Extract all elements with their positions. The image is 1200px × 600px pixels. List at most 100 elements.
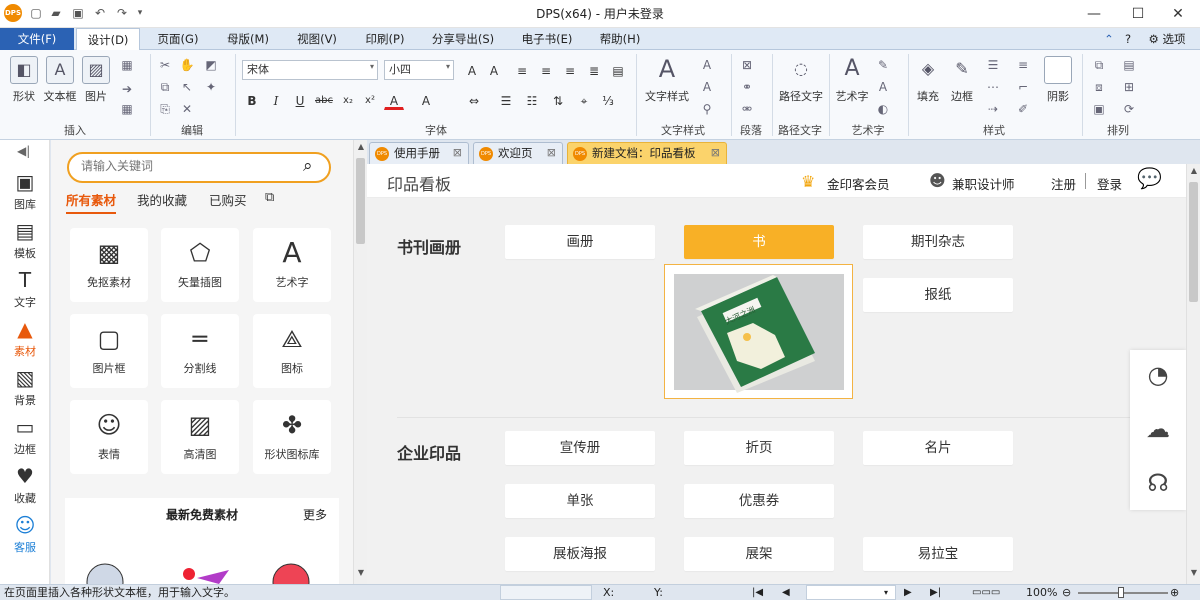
tile-cutout-material[interactable]: ▩ 免抠素材 <box>70 228 148 302</box>
align-left-icon[interactable]: ≡ <box>512 60 532 80</box>
subscript-icon[interactable]: x₂ <box>338 90 358 110</box>
option-poster[interactable]: 展板海报 <box>505 537 655 571</box>
textbox-button[interactable]: A 文本框 <box>40 56 80 116</box>
leftbar-frame[interactable]: ▭ 边框 <box>0 411 50 460</box>
superscript-icon[interactable]: x² <box>360 90 380 110</box>
image-button[interactable]: ▨ 图片 <box>76 56 116 116</box>
delete-icon[interactable]: ✕ <box>178 100 196 118</box>
close-tab-icon[interactable]: ⊠ <box>711 143 720 163</box>
first-page-icon[interactable]: |◀ <box>752 585 763 600</box>
distribute-icon[interactable]: ▤ <box>608 60 628 80</box>
menu-design[interactable]: 设计(D) <box>76 28 140 51</box>
next-page-icon[interactable]: ▶ <box>904 585 912 600</box>
art-text-button[interactable]: A 艺术字 <box>832 56 872 116</box>
wechat-icon[interactable]: ☁ <box>1130 404 1186 454</box>
art-effect-icon[interactable]: ✎ <box>874 56 892 74</box>
zoom-slider-thumb[interactable] <box>1118 587 1124 598</box>
text-style-button[interactable]: A 文字样式 <box>642 56 692 116</box>
login-link[interactable]: 登录 <box>1097 174 1122 193</box>
options-button[interactable]: ⚙ 选项 <box>1138 28 1196 50</box>
line-spacing-icon[interactable]: ☰ <box>496 90 516 110</box>
justify-icon[interactable]: ≣ <box>584 60 604 80</box>
text-fill-icon[interactable]: A <box>698 78 716 96</box>
shadow-button[interactable]: 阴影 <box>1040 56 1076 116</box>
arrow-style-icon[interactable]: ⇢ <box>984 100 1002 118</box>
close-button[interactable]: ✕ <box>1156 0 1200 28</box>
menu-ebook[interactable]: 电子书(E) <box>514 28 580 50</box>
border-button[interactable]: ✎ 边框 <box>944 56 980 116</box>
tile-shape-library[interactable]: ✤ 形状图标库 <box>253 400 331 474</box>
font-size-dropdown-icon[interactable]: ▾ <box>446 62 450 71</box>
prev-page-icon[interactable]: ◀ <box>782 585 790 600</box>
tab-my-favorites[interactable]: 我的收藏 <box>137 190 187 209</box>
tile-art-text[interactable]: A 艺术字 <box>253 228 331 302</box>
align-right-icon[interactable]: ≡ <box>560 60 580 80</box>
grid-icon[interactable]: ▦ <box>118 100 136 118</box>
option-album[interactable]: 画册 <box>505 225 655 259</box>
underline-icon[interactable]: U <box>290 90 310 110</box>
menu-help[interactable]: 帮助(H) <box>592 28 648 50</box>
more-link[interactable]: 更多 <box>303 506 327 523</box>
scrollbar-thumb[interactable] <box>1189 182 1198 302</box>
paste-icon[interactable]: ⎘ <box>156 100 174 118</box>
tab-all-materials[interactable]: 所有素材 <box>66 190 117 214</box>
option-book[interactable]: 书 <box>684 225 834 259</box>
bring-front-icon[interactable]: ⧉ <box>1090 56 1108 74</box>
designer-link[interactable]: 兼职设计师 <box>952 174 1015 193</box>
line-style-icon[interactable]: ☰ <box>984 56 1002 74</box>
page-select[interactable] <box>806 585 896 600</box>
leftbar-favorites[interactable]: ♥ 收藏 <box>0 460 50 509</box>
strikethrough-icon[interactable]: abc <box>314 90 334 110</box>
menu-view[interactable]: 视图(V) <box>289 28 345 50</box>
font-name-select[interactable]: 宋体 <box>242 60 378 80</box>
leftbar-material[interactable]: ▲ 素材 <box>0 313 50 362</box>
leftbar-text[interactable]: T 文字 <box>0 264 50 313</box>
align-objects-icon[interactable]: ▤ <box>1120 56 1138 74</box>
leftbar-support[interactable]: ☺ 客服 <box>0 509 50 558</box>
panel-scrollbar[interactable]: ▲ ▼ <box>353 140 367 584</box>
leftbar-template[interactable]: ▤ 模板 <box>0 215 50 264</box>
menu-print[interactable]: 印刷(P) <box>357 28 413 50</box>
weight-icon[interactable]: ≡ <box>1014 56 1032 74</box>
bullet-icon[interactable]: ☷ <box>522 90 542 110</box>
italic-icon[interactable]: I <box>266 90 286 110</box>
option-brochure[interactable]: 宣传册 <box>505 431 655 465</box>
link-icon[interactable]: ⚭ <box>738 78 756 96</box>
text-effect-icon[interactable]: A <box>416 90 436 110</box>
menu-file[interactable]: 文件(F) <box>0 28 74 50</box>
fill-button[interactable]: ◈ 填充 <box>910 56 946 116</box>
shrink-font-icon[interactable]: A <box>484 60 504 80</box>
main-scrollbar[interactable]: ▲ ▼ <box>1186 164 1200 584</box>
popout-icon[interactable]: ⧉ <box>265 190 274 205</box>
font-name-dropdown-icon[interactable]: ▾ <box>370 62 374 71</box>
zoom-out-icon[interactable]: ⊖ <box>1062 585 1071 600</box>
collapse-icon[interactable]: ◀| <box>17 144 30 158</box>
numbering-icon[interactable]: ⅓ <box>598 90 618 110</box>
scroll-down-icon[interactable]: ▼ <box>1188 568 1200 577</box>
last-page-icon[interactable]: ▶| <box>930 585 941 600</box>
arrow-shape-icon[interactable]: ➔ <box>118 80 136 98</box>
expand-icon[interactable]: ⌃ <box>1100 28 1118 50</box>
book-preview-popup[interactable]: 大河之洲 <box>664 264 853 399</box>
art-3d-icon[interactable]: A <box>874 78 892 96</box>
picture-tool-icon[interactable]: ◩ <box>202 56 220 74</box>
tile-hd-image[interactable]: ▨ 高清图 <box>161 400 239 474</box>
brush-icon[interactable]: ✐ <box>1014 100 1032 118</box>
search-input[interactable] <box>81 159 291 173</box>
leftbar-background[interactable]: ▧ 背景 <box>0 362 50 411</box>
zoom-in-icon[interactable]: ⊕ <box>1170 585 1179 600</box>
menu-share-export[interactable]: 分享导出(S) <box>424 28 502 50</box>
vip-link[interactable]: 金印客会员 <box>827 174 890 193</box>
grow-font-icon[interactable]: A <box>462 60 482 80</box>
align-center-icon[interactable]: ≡ <box>536 60 556 80</box>
corner-icon[interactable]: ⌐ <box>1014 78 1032 96</box>
scrollbar-thumb[interactable] <box>356 158 365 244</box>
option-flyer[interactable]: 单张 <box>505 484 655 518</box>
paragraph-icon[interactable]: ⊠ <box>738 56 756 74</box>
doc-tab-manual[interactable]: DPS 使用手册 ⊠ <box>369 142 469 164</box>
menu-page[interactable]: 页面(G) <box>150 28 206 50</box>
option-folder[interactable]: 折页 <box>684 431 834 465</box>
shape-button[interactable]: ◧ 形状 <box>4 56 44 116</box>
register-link[interactable]: 注册 <box>1051 174 1076 193</box>
path-text-button[interactable]: ◌ 路径文字 <box>776 56 826 116</box>
